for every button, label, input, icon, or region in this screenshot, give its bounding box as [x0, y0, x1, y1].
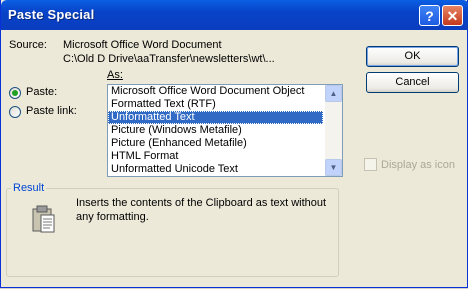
result-legend: Result [11, 182, 47, 194]
paste-link-radio-label[interactable]: Paste link: [26, 105, 77, 117]
display-as-icon-label: Display as icon [381, 159, 455, 171]
display-as-icon-checkbox[interactable] [364, 158, 377, 171]
paste-link-radio[interactable] [9, 106, 21, 118]
result-text-line1: Inserts the contents of the Clipboard as… [76, 197, 327, 209]
paste-special-dialog: Paste Special ? ✕ Source: Microsoft Offi… [0, 0, 468, 288]
close-button[interactable]: ✕ [442, 5, 463, 26]
cancel-button[interactable]: Cancel [366, 72, 459, 93]
format-item[interactable]: Microsoft Office Word Document Object [108, 85, 323, 98]
format-item[interactable]: Picture (Enhanced Metafile) [108, 137, 323, 150]
format-item[interactable]: Formatted Text (RTF) [108, 98, 323, 111]
paste-radio-label[interactable]: Paste: [26, 86, 57, 98]
paste-radio[interactable] [9, 87, 21, 99]
source-label: Source: [9, 39, 47, 51]
source-name: Microsoft Office Word Document [63, 39, 222, 51]
format-item[interactable]: Picture (Windows Metafile) [108, 124, 323, 137]
scroll-up-icon[interactable]: ▲ [325, 85, 342, 102]
format-item[interactable]: HTML Format [108, 150, 323, 163]
help-button[interactable]: ? [419, 5, 440, 26]
result-text-line2: any formatting. [76, 211, 149, 223]
as-label: As: [107, 69, 123, 81]
dialog-title: Paste Special [8, 7, 95, 22]
title-bar: Paste Special ? ✕ [1, 0, 468, 30]
scroll-down-icon[interactable]: ▼ [325, 159, 342, 176]
ok-button[interactable]: OK [366, 46, 459, 67]
format-listbox[interactable]: Microsoft Office Word Document Object Fo… [107, 84, 343, 177]
source-path: C:\Old D Drive\aaTransfer\newsletters\wt… [63, 53, 275, 65]
format-scrollbar[interactable]: ▲ ▼ [325, 85, 342, 176]
format-item[interactable]: Unformatted Unicode Text [108, 163, 323, 176]
format-item-selected[interactable]: Unformatted Text [108, 111, 323, 124]
clipboard-icon [32, 205, 55, 233]
